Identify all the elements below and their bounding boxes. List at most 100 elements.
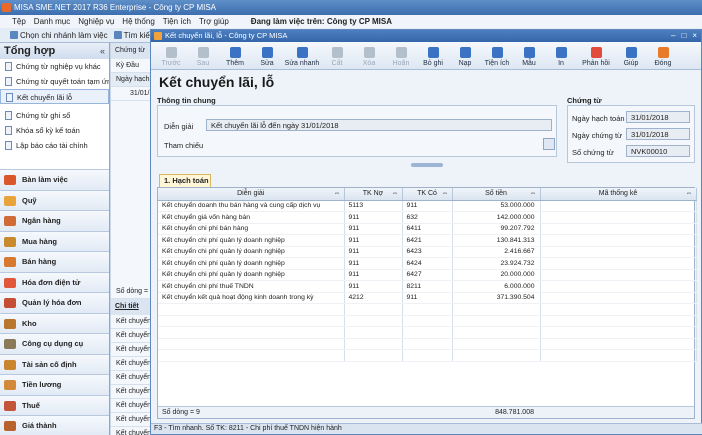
filter-icon[interactable]: ⇔: [392, 190, 399, 197]
print-button[interactable]: In: [545, 47, 577, 69]
table-row[interactable]: Kết chuyển chi phí quản lý doanh nghiệp 9…: [158, 246, 697, 258]
module-purchase[interactable]: Mua hàng: [0, 230, 109, 251]
module-bank[interactable]: Ngân hàng: [0, 210, 109, 231]
cell-statistic-code[interactable]: [540, 349, 697, 362]
cell-statistic-code[interactable]: [540, 292, 697, 304]
column-header-statistic-code[interactable]: Mã thống kê ⇔: [540, 188, 697, 201]
cell-statistic-code[interactable]: [540, 211, 697, 224]
cell-debit-account[interactable]: [344, 315, 403, 327]
cell-credit-account[interactable]: 6421: [402, 234, 453, 247]
cell-debit-account[interactable]: 911: [344, 223, 403, 235]
module-invoice-management[interactable]: Quản lý hóa đơn: [0, 292, 109, 313]
cell-credit-account[interactable]: 632: [402, 211, 453, 224]
cell-description[interactable]: Kết chuyển chi phí quản lý doanh nghiệp: [158, 257, 345, 270]
filter-icon[interactable]: ⇔: [530, 190, 537, 197]
search-button[interactable]: Tìm kiế: [113, 31, 150, 40]
quick-edit-button[interactable]: Sửa nhanh: [283, 47, 321, 69]
tab-accounting-entries[interactable]: 1. Hạch toán: [159, 174, 211, 188]
sidebar-item-advance-settlement[interactable]: Chứng từ quyết toán tạm ứn...: [0, 74, 109, 89]
close-button[interactable]: ×: [692, 30, 697, 42]
cell-credit-account[interactable]: 911: [402, 200, 453, 212]
cell-description[interactable]: Kết chuyển chi phí thuế TNDN: [158, 280, 345, 293]
cell-amount[interactable]: 2.416.667: [452, 246, 541, 258]
collapse-icon[interactable]: «: [100, 43, 105, 59]
cell-description[interactable]: [158, 338, 345, 350]
cell-statistic-code[interactable]: [540, 269, 697, 281]
menu-system[interactable]: Hệ thống: [122, 17, 154, 26]
cell-amount[interactable]: [452, 303, 541, 316]
module-e-invoice[interactable]: Hóa đơn điện tử: [0, 271, 109, 292]
module-warehouse[interactable]: Kho: [0, 312, 109, 333]
cell-credit-account[interactable]: 6411: [402, 223, 453, 235]
cell-credit-account[interactable]: [402, 315, 453, 327]
table-row[interactable]: Kết chuyển doanh thu bán hàng và cung cấ…: [158, 200, 697, 212]
cell-description[interactable]: Kết chuyển giá vốn hàng bán: [158, 211, 345, 224]
cell-amount[interactable]: [452, 326, 541, 339]
filter-icon[interactable]: ⇔: [334, 190, 341, 197]
cell-description[interactable]: Kết chuyển chi phí bán hàng: [158, 223, 345, 235]
table-row[interactable]: Kết chuyển giá vốn hàng bán 911 632 142.000…: [158, 211, 697, 224]
module-fixed-assets[interactable]: Tài sản cố định: [0, 353, 109, 374]
cell-description[interactable]: [158, 303, 345, 316]
tab-detail[interactable]: Chi tiết: [111, 299, 143, 315]
empty-table-row[interactable]: [158, 326, 697, 339]
table-row[interactable]: Kết chuyển kết quả hoạt động kinh doanh …: [158, 292, 697, 304]
cell-statistic-code[interactable]: [540, 303, 697, 316]
module-tax[interactable]: Thuế: [0, 394, 109, 415]
cell-description[interactable]: Kết chuyển chi phí quản lý doanh nghiệp: [158, 269, 345, 281]
cell-amount[interactable]: [452, 349, 541, 362]
description-field[interactable]: Kết chuyển lãi lỗ đến ngày 31/01/2018: [206, 119, 552, 131]
cell-statistic-code[interactable]: [540, 257, 697, 270]
column-header-debit-account[interactable]: TK Nợ ⇔: [344, 188, 403, 201]
filter-icon[interactable]: ⇔: [442, 190, 449, 197]
cell-statistic-code[interactable]: [540, 223, 697, 235]
utilities-button[interactable]: Tiện ích: [481, 47, 513, 69]
menu-operations[interactable]: Nghiệp vụ: [78, 17, 114, 26]
cell-credit-account[interactable]: 6424: [402, 257, 453, 270]
cell-credit-account[interactable]: 6423: [402, 246, 453, 258]
table-row[interactable]: Kết chuyển chi phí thuế TNDN 911 8211 6.000…: [158, 280, 697, 293]
sidebar-item-other-vouchers[interactable]: Chứng từ nghiệp vụ khác: [0, 59, 109, 74]
branch-selector[interactable]: Chọn chi nhánh làm việc: [10, 31, 108, 40]
menu-file[interactable]: Tệp: [12, 17, 26, 26]
table-row[interactable]: Kết chuyển chi phí quản lý doanh nghiệp 9…: [158, 269, 697, 281]
next-button[interactable]: Sau: [187, 47, 219, 69]
filter-icon[interactable]: ⇔: [686, 190, 693, 197]
reference-lookup-icon[interactable]: [543, 138, 555, 150]
module-tools[interactable]: Công cụ dụng cụ: [0, 333, 109, 354]
sidebar-item-profit-loss-transfer[interactable]: Kết chuyển lãi lỗ: [0, 89, 109, 104]
cell-debit-account[interactable]: 4212: [344, 292, 403, 304]
empty-table-row[interactable]: [158, 303, 697, 316]
template-button[interactable]: Mẫu: [513, 47, 545, 69]
table-row[interactable]: Kết chuyển chi phí quản lý doanh nghiệp 9…: [158, 257, 697, 270]
cell-credit-account[interactable]: [402, 303, 453, 316]
cell-statistic-code[interactable]: [540, 280, 697, 293]
cell-statistic-code[interactable]: [540, 315, 697, 327]
cell-statistic-code[interactable]: [540, 234, 697, 247]
previous-button[interactable]: Trước: [155, 47, 187, 69]
cell-amount[interactable]: 142.000.000: [452, 211, 541, 224]
empty-table-row[interactable]: [158, 338, 697, 350]
column-header-description[interactable]: Diễn giải ⇔: [158, 188, 345, 201]
module-payroll[interactable]: Tiền lương: [0, 374, 109, 395]
table-row[interactable]: Kết chuyển chi phí quản lý doanh nghiệp 9…: [158, 234, 697, 247]
cell-description[interactable]: Kết chuyển kết quả hoạt động kinh doanh …: [158, 292, 345, 304]
menu-catalog[interactable]: Danh mục: [34, 17, 70, 26]
cell-credit-account[interactable]: [402, 349, 453, 362]
save-button[interactable]: Cất: [321, 47, 353, 69]
cell-amount[interactable]: 20.000.000: [452, 269, 541, 281]
cell-amount[interactable]: 130.841.313: [452, 234, 541, 247]
cell-debit-account[interactable]: 911: [344, 257, 403, 270]
panel-splitter-handle[interactable]: [411, 163, 443, 167]
cell-debit-account[interactable]: 911: [344, 211, 403, 224]
menu-help[interactable]: Trợ giúp: [199, 17, 229, 26]
cell-debit-account[interactable]: [344, 326, 403, 339]
help-button[interactable]: Giúp: [615, 47, 647, 69]
cell-debit-account[interactable]: 5113: [344, 200, 403, 212]
column-header-amount[interactable]: Số tiền ⇔: [452, 188, 541, 201]
cell-debit-account[interactable]: [344, 349, 403, 362]
cell-amount[interactable]: 99.207.792: [452, 223, 541, 235]
cell-amount[interactable]: 23.924.732: [452, 257, 541, 270]
cell-credit-account[interactable]: 8211: [402, 280, 453, 293]
menu-utilities[interactable]: Tiện ích: [163, 17, 191, 26]
